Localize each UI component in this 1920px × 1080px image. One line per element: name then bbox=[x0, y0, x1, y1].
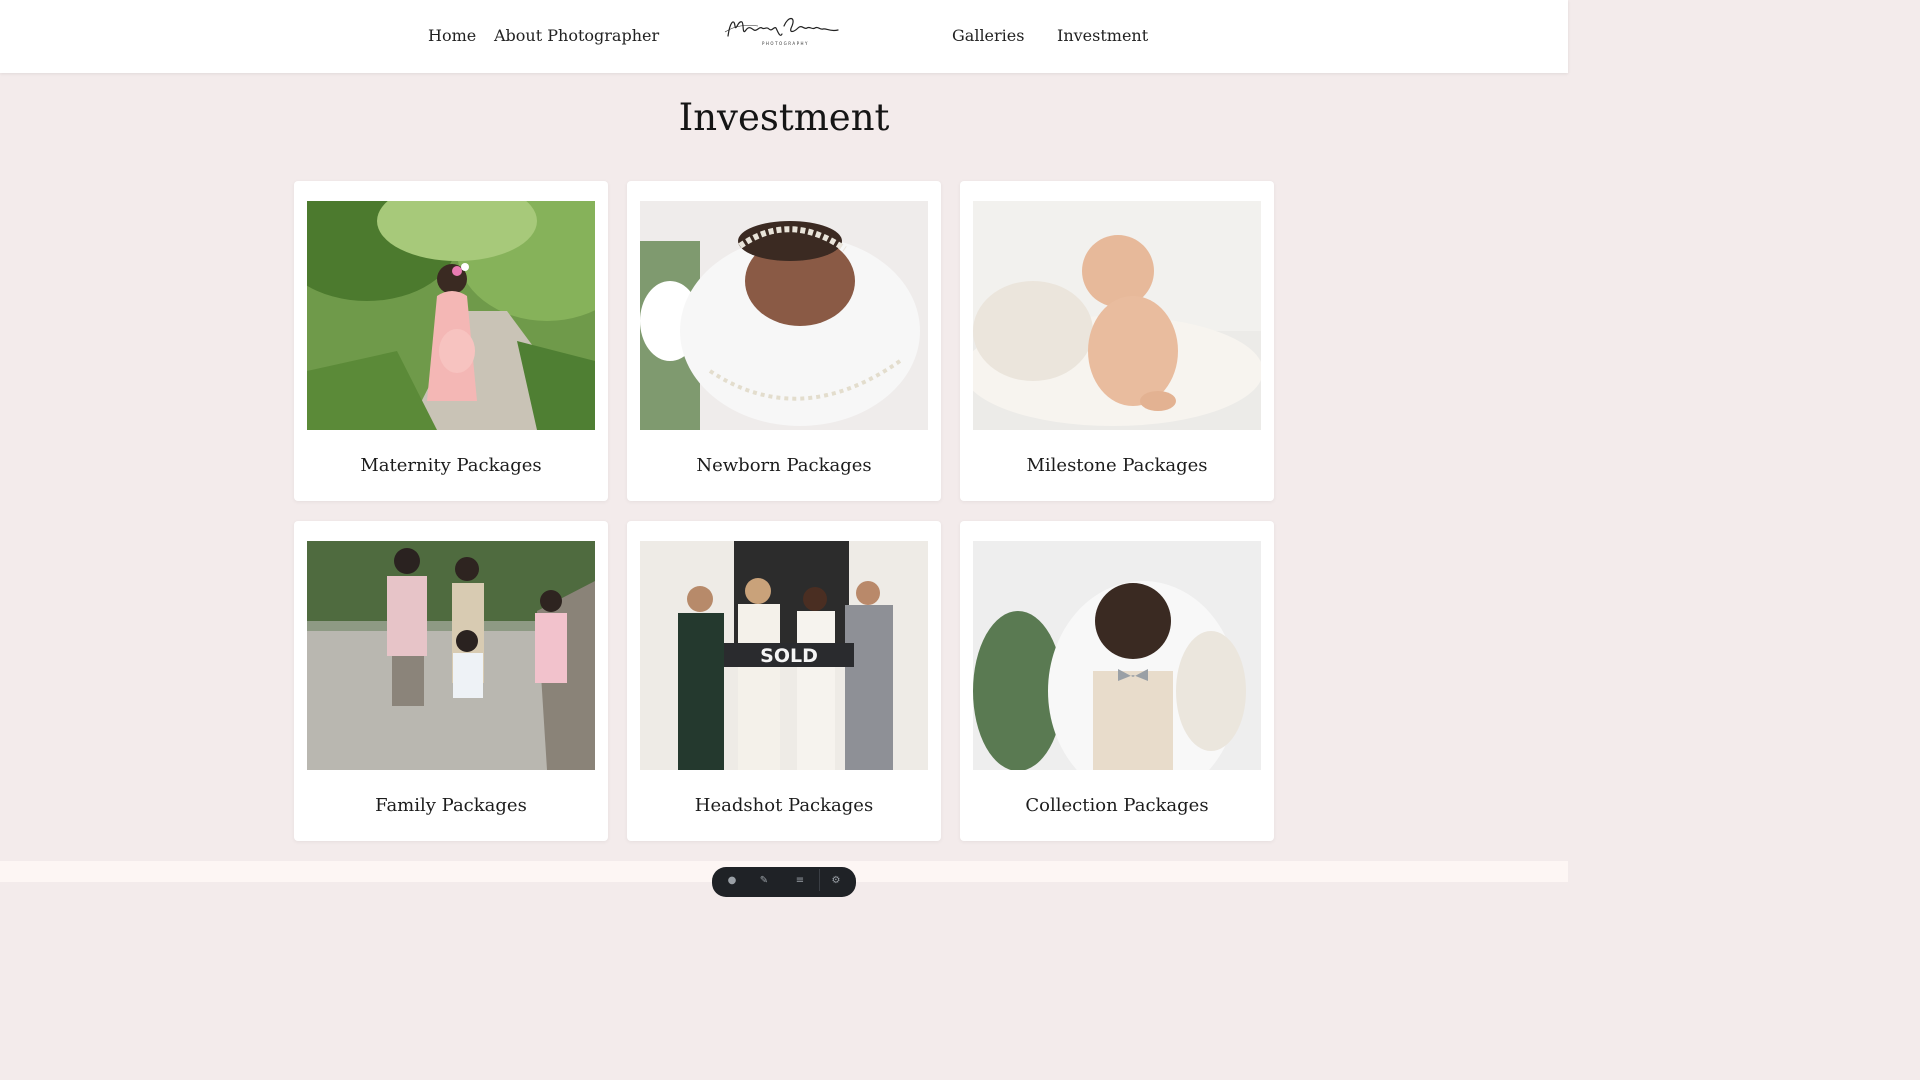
brand-logo[interactable]: PHOTOGRAPHY bbox=[722, 12, 842, 52]
newborn-package-card[interactable]: Newborn Packages bbox=[627, 181, 941, 501]
milestone-photo bbox=[973, 201, 1261, 430]
package-label: Collection Packages bbox=[1025, 795, 1209, 816]
logo-subtitle: PHOTOGRAPHY bbox=[762, 41, 809, 46]
headshot-package-card[interactable]: SOLD Headshot Packages bbox=[627, 521, 941, 841]
menu-icon[interactable]: ≡ bbox=[794, 875, 806, 887]
floating-toolbar[interactable]: ● ✎ ≡ ⚙ bbox=[712, 867, 856, 897]
nav-galleries-link[interactable]: Galleries bbox=[952, 26, 1024, 45]
collection-photo bbox=[973, 541, 1261, 770]
family-photo bbox=[307, 541, 595, 770]
settings-icon[interactable]: ⚙ bbox=[830, 875, 842, 887]
newborn-photo bbox=[640, 201, 928, 430]
nav-investment-link[interactable]: Investment bbox=[1057, 26, 1148, 45]
pen-icon[interactable]: ✎ bbox=[758, 875, 770, 887]
maternity-photo bbox=[307, 201, 595, 430]
maternity-package-card[interactable]: Maternity Packages bbox=[294, 181, 608, 501]
page-title: Investment bbox=[678, 96, 890, 139]
family-package-card[interactable]: Family Packages bbox=[294, 521, 608, 841]
collection-package-card[interactable]: Collection Packages bbox=[960, 521, 1274, 841]
site-header: Home About Photographer PHOTOGRAPHY Gall… bbox=[0, 0, 1568, 73]
toolbar-divider bbox=[819, 869, 820, 891]
package-label: Milestone Packages bbox=[1026, 455, 1208, 476]
package-label: Maternity Packages bbox=[360, 455, 542, 476]
nav-about-photographer-link[interactable]: About Photographer bbox=[494, 26, 659, 45]
mic-icon[interactable]: ● bbox=[726, 875, 738, 887]
milestone-package-card[interactable]: Milestone Packages bbox=[960, 181, 1274, 501]
headshot-photo: SOLD bbox=[640, 541, 928, 770]
package-label: Headshot Packages bbox=[694, 795, 874, 816]
package-label: Family Packages bbox=[375, 795, 527, 816]
nav-home-link[interactable]: Home bbox=[428, 26, 476, 45]
sold-sign-text: SOLD bbox=[760, 645, 818, 667]
package-label: Newborn Packages bbox=[696, 455, 872, 476]
